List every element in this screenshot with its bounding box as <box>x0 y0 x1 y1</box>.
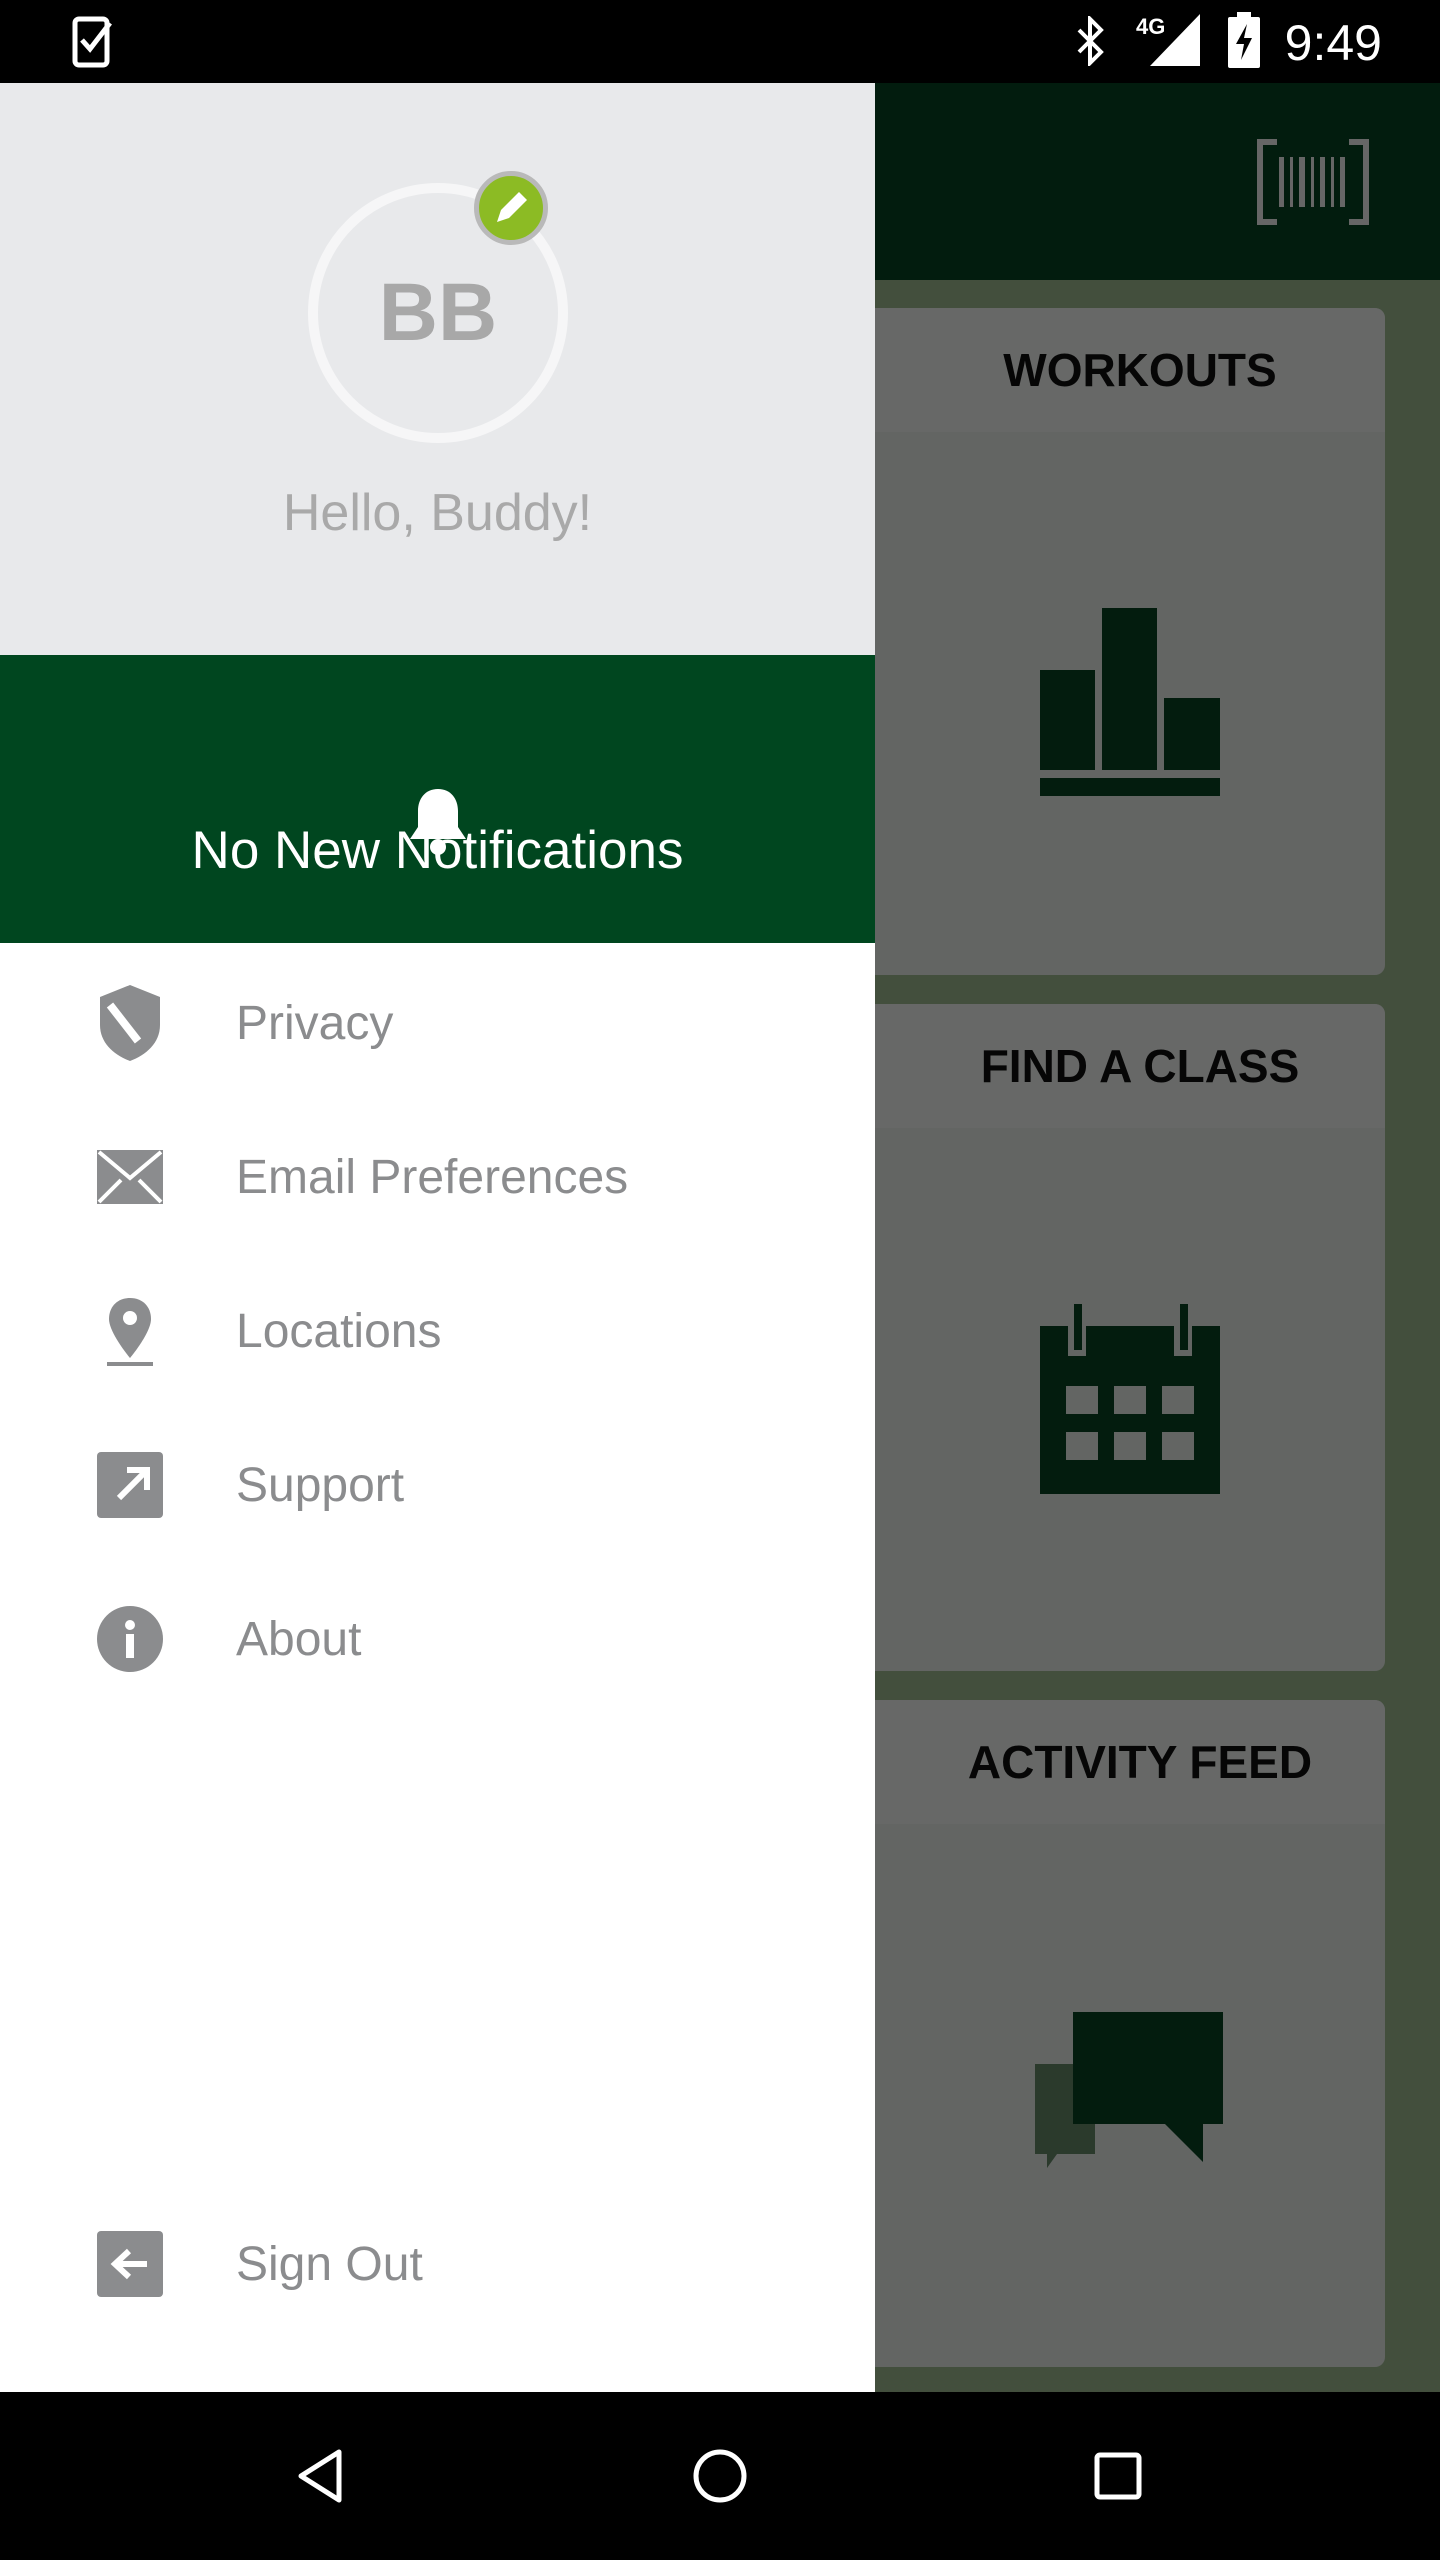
external-link-icon <box>97 1452 163 1518</box>
system-nav-bar <box>0 2392 1440 2560</box>
notifications-banner[interactable]: No New Notifications <box>0 655 875 943</box>
workouts-card[interactable]: WORKOUTS <box>875 308 1385 975</box>
menu-item-locations[interactable]: Locations <box>0 1261 875 1401</box>
menu-item-label: Privacy <box>236 996 394 1050</box>
recents-icon[interactable] <box>1094 2452 1142 2500</box>
bar-chart-icon <box>1040 608 1220 796</box>
status-bar: 4G 9:49 <box>0 0 1440 83</box>
edit-profile-button[interactable] <box>474 171 548 245</box>
menu-item-privacy[interactable]: Privacy <box>0 953 875 1093</box>
sign-out-button[interactable]: Sign Out <box>0 2194 875 2334</box>
signal-icon <box>1150 14 1200 66</box>
notifications-status: No New Notifications <box>191 821 684 880</box>
card-title: WORKOUTS <box>875 308 1385 432</box>
sign-out-icon <box>97 2231 163 2297</box>
menu-item-label: Email Preferences <box>236 1150 629 1204</box>
greeting: Hello, Buddy! <box>282 484 593 542</box>
dashboard: WORKOUTS FIND A CLASS ACTIVITY FEED <box>875 280 1440 2392</box>
bluetooth-icon <box>1077 16 1104 66</box>
menu-item-about[interactable]: About <box>0 1569 875 1709</box>
menu-item-support[interactable]: Support <box>0 1415 875 1555</box>
activity-feed-card[interactable]: ACTIVITY FEED <box>875 1700 1385 2367</box>
find-a-class-card[interactable]: FIND A CLASS <box>875 1004 1385 1671</box>
clock: 9:49 <box>1284 15 1382 71</box>
back-icon[interactable] <box>295 2448 345 2504</box>
map-pin-icon <box>107 1298 153 1366</box>
menu-item-label: About <box>236 1612 362 1666</box>
chat-bubbles-icon <box>1035 2012 1223 2168</box>
profile-header: BB Hello, Buddy! <box>0 83 875 655</box>
card-title: ACTIVITY FEED <box>875 1700 1385 1824</box>
sign-out-label: Sign Out <box>236 2237 423 2291</box>
menu-item-email-preferences[interactable]: Email Preferences <box>0 1107 875 1247</box>
app-bar <box>875 83 1440 280</box>
calendar-icon <box>1040 1304 1220 1494</box>
menu-item-label: Locations <box>236 1304 442 1358</box>
menu-item-label: Support <box>236 1458 405 1512</box>
envelope-icon <box>97 1150 163 1204</box>
info-icon <box>97 1606 163 1672</box>
card-title: FIND A CLASS <box>875 1004 1385 1128</box>
navigation-drawer: BB Hello, Buddy! No New Notifications Pr… <box>0 83 875 2392</box>
battery-charging-icon <box>1228 12 1260 68</box>
barcode-scan-icon[interactable] <box>1257 139 1369 225</box>
task-check-icon <box>72 16 112 68</box>
home-icon[interactable] <box>692 2448 748 2504</box>
shield-icon <box>100 985 160 1061</box>
pencil-icon <box>497 192 527 222</box>
